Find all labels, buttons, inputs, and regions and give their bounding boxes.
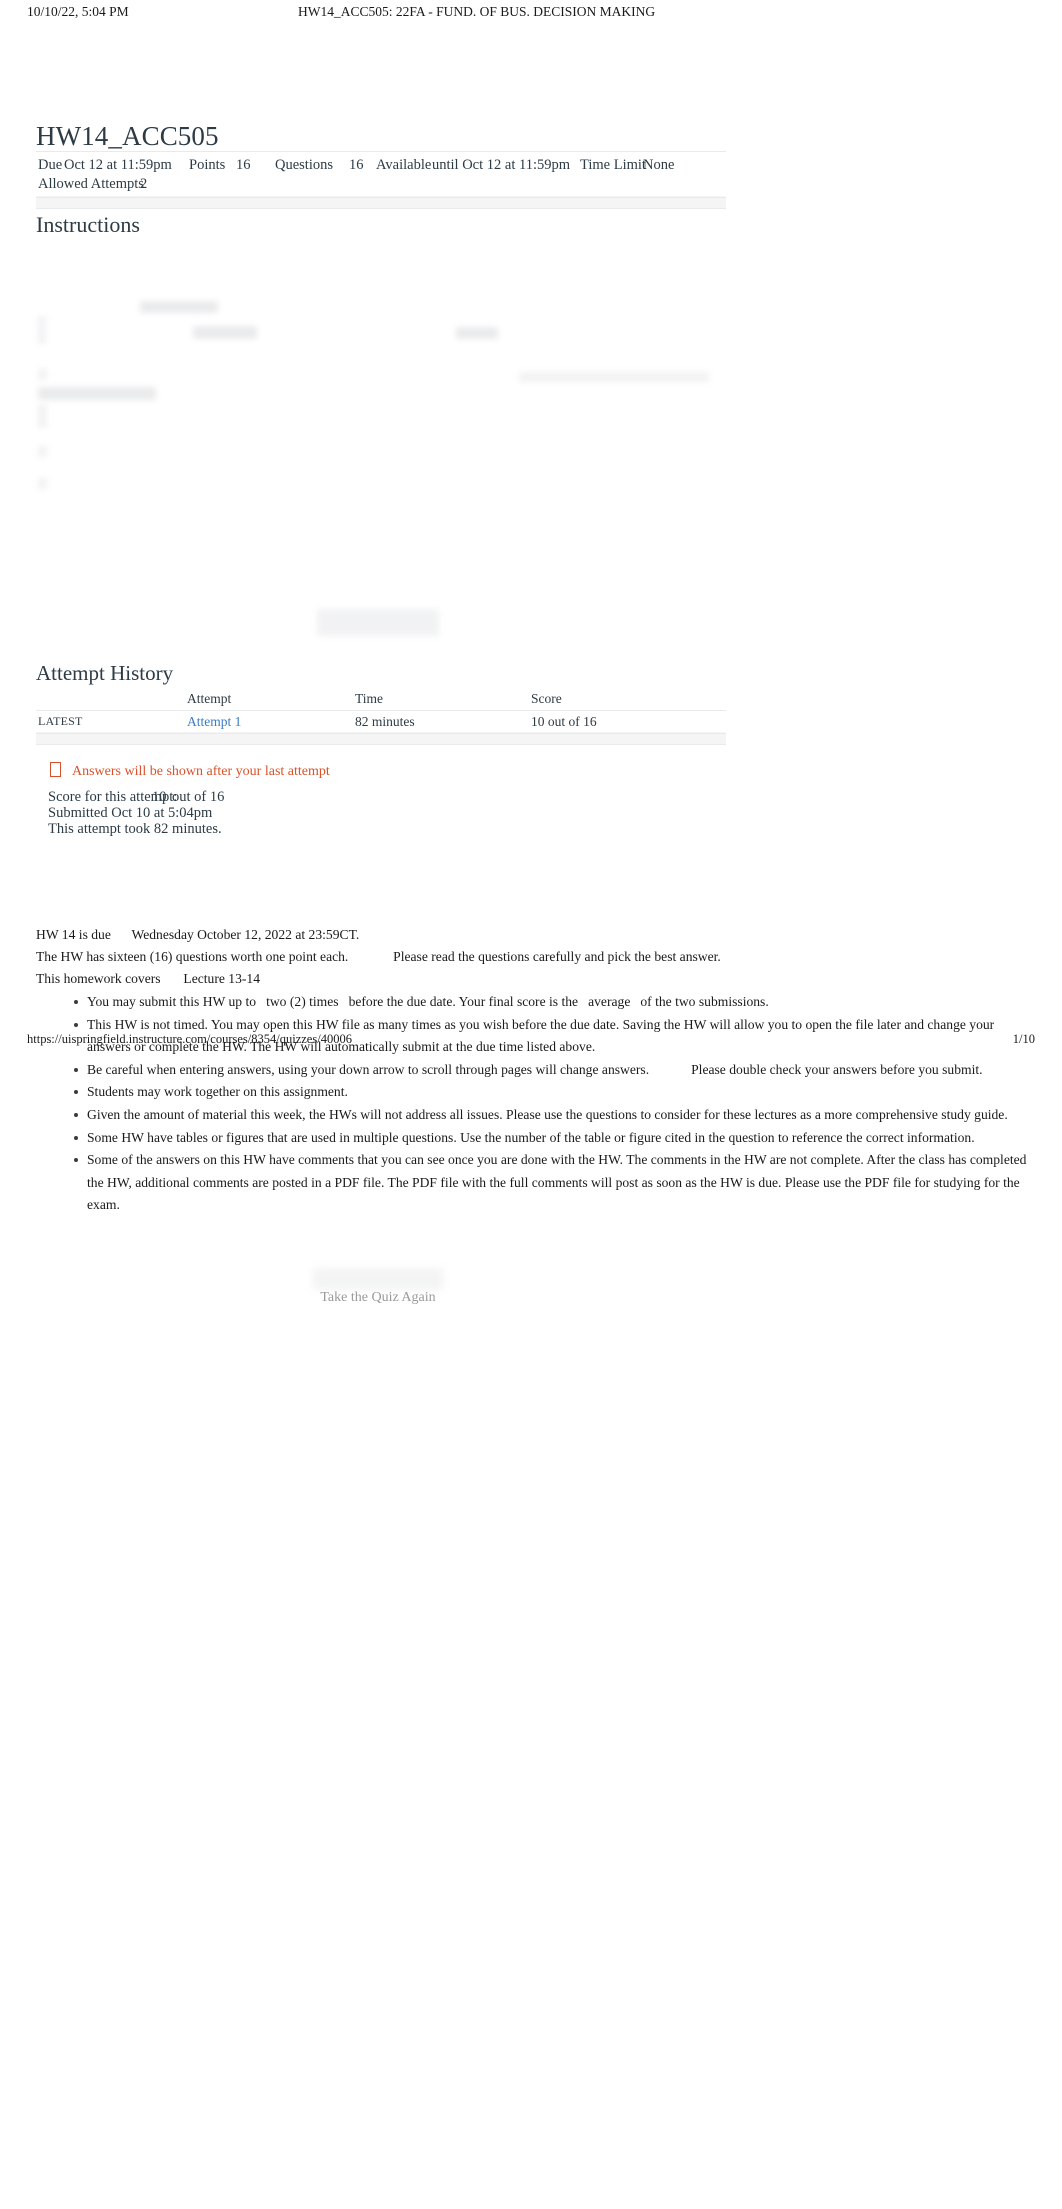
take-quiz-again-ghost <box>313 1268 443 1290</box>
bullet-0-part-3: average <box>588 994 631 1009</box>
available-label: Available <box>376 157 432 173</box>
score-out-of: out of 16 <box>172 789 225 805</box>
print-header: 10/10/22, 5:04 PM HW14_ACC505: 22FA - FU… <box>0 0 1062 26</box>
questions-line-b: Please read the questions carefully and … <box>393 949 721 964</box>
ghost-artifact <box>140 301 218 313</box>
ghost-artifact <box>317 609 439 636</box>
due-value: Oct 12 at 11:59pm <box>64 157 172 173</box>
list-item: Be careful when entering answers, using … <box>36 1059 1036 1082</box>
list-item: You may submit this HW up to two (2) time… <box>36 991 1036 1014</box>
quiz-meta-row-2: Allowed Attempts 2 <box>36 176 726 195</box>
take-quiz-again-button[interactable]: Take the Quiz Again <box>313 1290 443 1306</box>
points-label: Points <box>189 157 226 173</box>
submitted-text: Submitted Oct 10 at 5:04pm <box>48 805 213 821</box>
meta-divider-mid <box>36 197 726 198</box>
quiz-meta: Due Oct 12 at 11:59pm Points 16 Question… <box>36 157 726 195</box>
column-header-score: Score <box>531 691 562 706</box>
print-footer: https://uispringfield.instructure.com/co… <box>0 1032 1062 1050</box>
history-divider-mid <box>36 733 726 734</box>
instructions-bullets: You may submit this HW up to two (2) time… <box>36 991 1036 1217</box>
bullet-4-part-0: Given the amount of material this week, … <box>87 1106 1008 1122</box>
bullet-0-part-0: You may submit this HW up to <box>87 994 257 1009</box>
page-title: HW14_ACC505 <box>36 121 219 151</box>
score-value: 10 <box>152 789 167 805</box>
bullet-2-part-0: Be careful when entering answers, using … <box>87 1061 650 1077</box>
print-header-title: HW14_ACC505: 22FA - FUND. OF BUS. DECISI… <box>298 4 656 19</box>
duration-text: This attempt took 82 minutes. <box>48 821 222 837</box>
list-item: Some of the answers on this HW have comm… <box>36 1149 1036 1217</box>
attempt-history-table: Attempt Time Score <box>36 691 726 711</box>
print-footer-page: 1/10 <box>1012 1032 1035 1046</box>
bullet-6-part-0: Some of the answers on this HW have comm… <box>87 1152 1027 1213</box>
covers-value: Lecture 13-14 <box>183 971 261 986</box>
bullet-0-part-1: two (2) times <box>266 994 339 1009</box>
quiz-meta-row-1: Due Oct 12 at 11:59pm Points 16 Question… <box>36 157 726 176</box>
ghost-artifact <box>38 369 47 380</box>
ghost-artifact <box>519 372 709 382</box>
instructions-heading: Instructions <box>36 212 140 237</box>
column-header-time: Time <box>355 691 384 706</box>
points-value: 16 <box>236 157 251 173</box>
answers-notice-text: Answers will be shown after your last at… <box>72 764 330 779</box>
time-limit-label: Time Limit <box>580 157 646 173</box>
list-item: Some HW have tables or figures that are … <box>36 1127 1036 1150</box>
list-item: Given the amount of material this week, … <box>36 1104 1036 1127</box>
allowed-attempts-label: Allowed Attempts <box>38 176 144 192</box>
ghost-artifact <box>456 327 498 339</box>
ghost-artifact <box>38 478 47 489</box>
bullet-2-part-1: Please double check your answers before … <box>691 1061 983 1077</box>
time-limit-value: None <box>643 157 675 173</box>
row-score: 10 out of 16 <box>531 714 597 729</box>
column-header-attempt: Attempt <box>187 691 232 706</box>
covers-label: This homework covers <box>36 971 161 986</box>
print-footer-url: https://uispringfield.instructure.com/co… <box>27 1032 352 1046</box>
ghost-artifact <box>193 326 257 339</box>
attempt-history-heading: Attempt History <box>36 661 174 685</box>
table-header-row: Attempt Time Score <box>36 691 726 711</box>
ghost-artifact <box>38 387 156 400</box>
available-value: until Oct 12 at 11:59pm <box>432 157 571 173</box>
attempt-link[interactable]: Attempt 1 <box>187 714 241 730</box>
list-item: Students may work together on this assig… <box>36 1081 1036 1104</box>
warning-icon <box>50 762 61 777</box>
bullet-5-part-0: Some HW have tables or figures that are … <box>87 1129 975 1145</box>
row-kept-badge: LATEST <box>38 714 83 728</box>
ghost-artifact <box>38 316 46 344</box>
questions-label: Questions <box>275 157 333 173</box>
history-divider-top <box>36 710 726 711</box>
due-line-label: HW 14 is due <box>36 927 111 942</box>
bullet-0-part-2: before the due date. Your final score is… <box>348 994 579 1009</box>
bullet-0-part-4: of the two submissions. <box>640 994 769 1009</box>
questions-value: 16 <box>349 157 364 173</box>
meta-divider-bottom <box>36 208 726 209</box>
due-label: Due <box>38 157 63 173</box>
answers-notice: Answers will be shown after your last at… <box>50 762 330 780</box>
allowed-attempts-value: 2 <box>140 176 148 192</box>
meta-divider-top <box>36 151 726 152</box>
due-line-value: Wednesday October 12, 2022 at 23:59CT. <box>131 927 360 942</box>
ghost-artifact <box>38 404 47 428</box>
ghost-artifact <box>38 446 47 457</box>
history-divider-bottom <box>36 744 726 745</box>
bullet-3-part-0: Students may work together on this assig… <box>87 1084 348 1100</box>
print-header-date: 10/10/22, 5:04 PM <box>27 4 129 19</box>
questions-line-a: The HW has sixteen (16) questions worth … <box>36 949 349 964</box>
row-time: 82 minutes <box>355 714 415 729</box>
